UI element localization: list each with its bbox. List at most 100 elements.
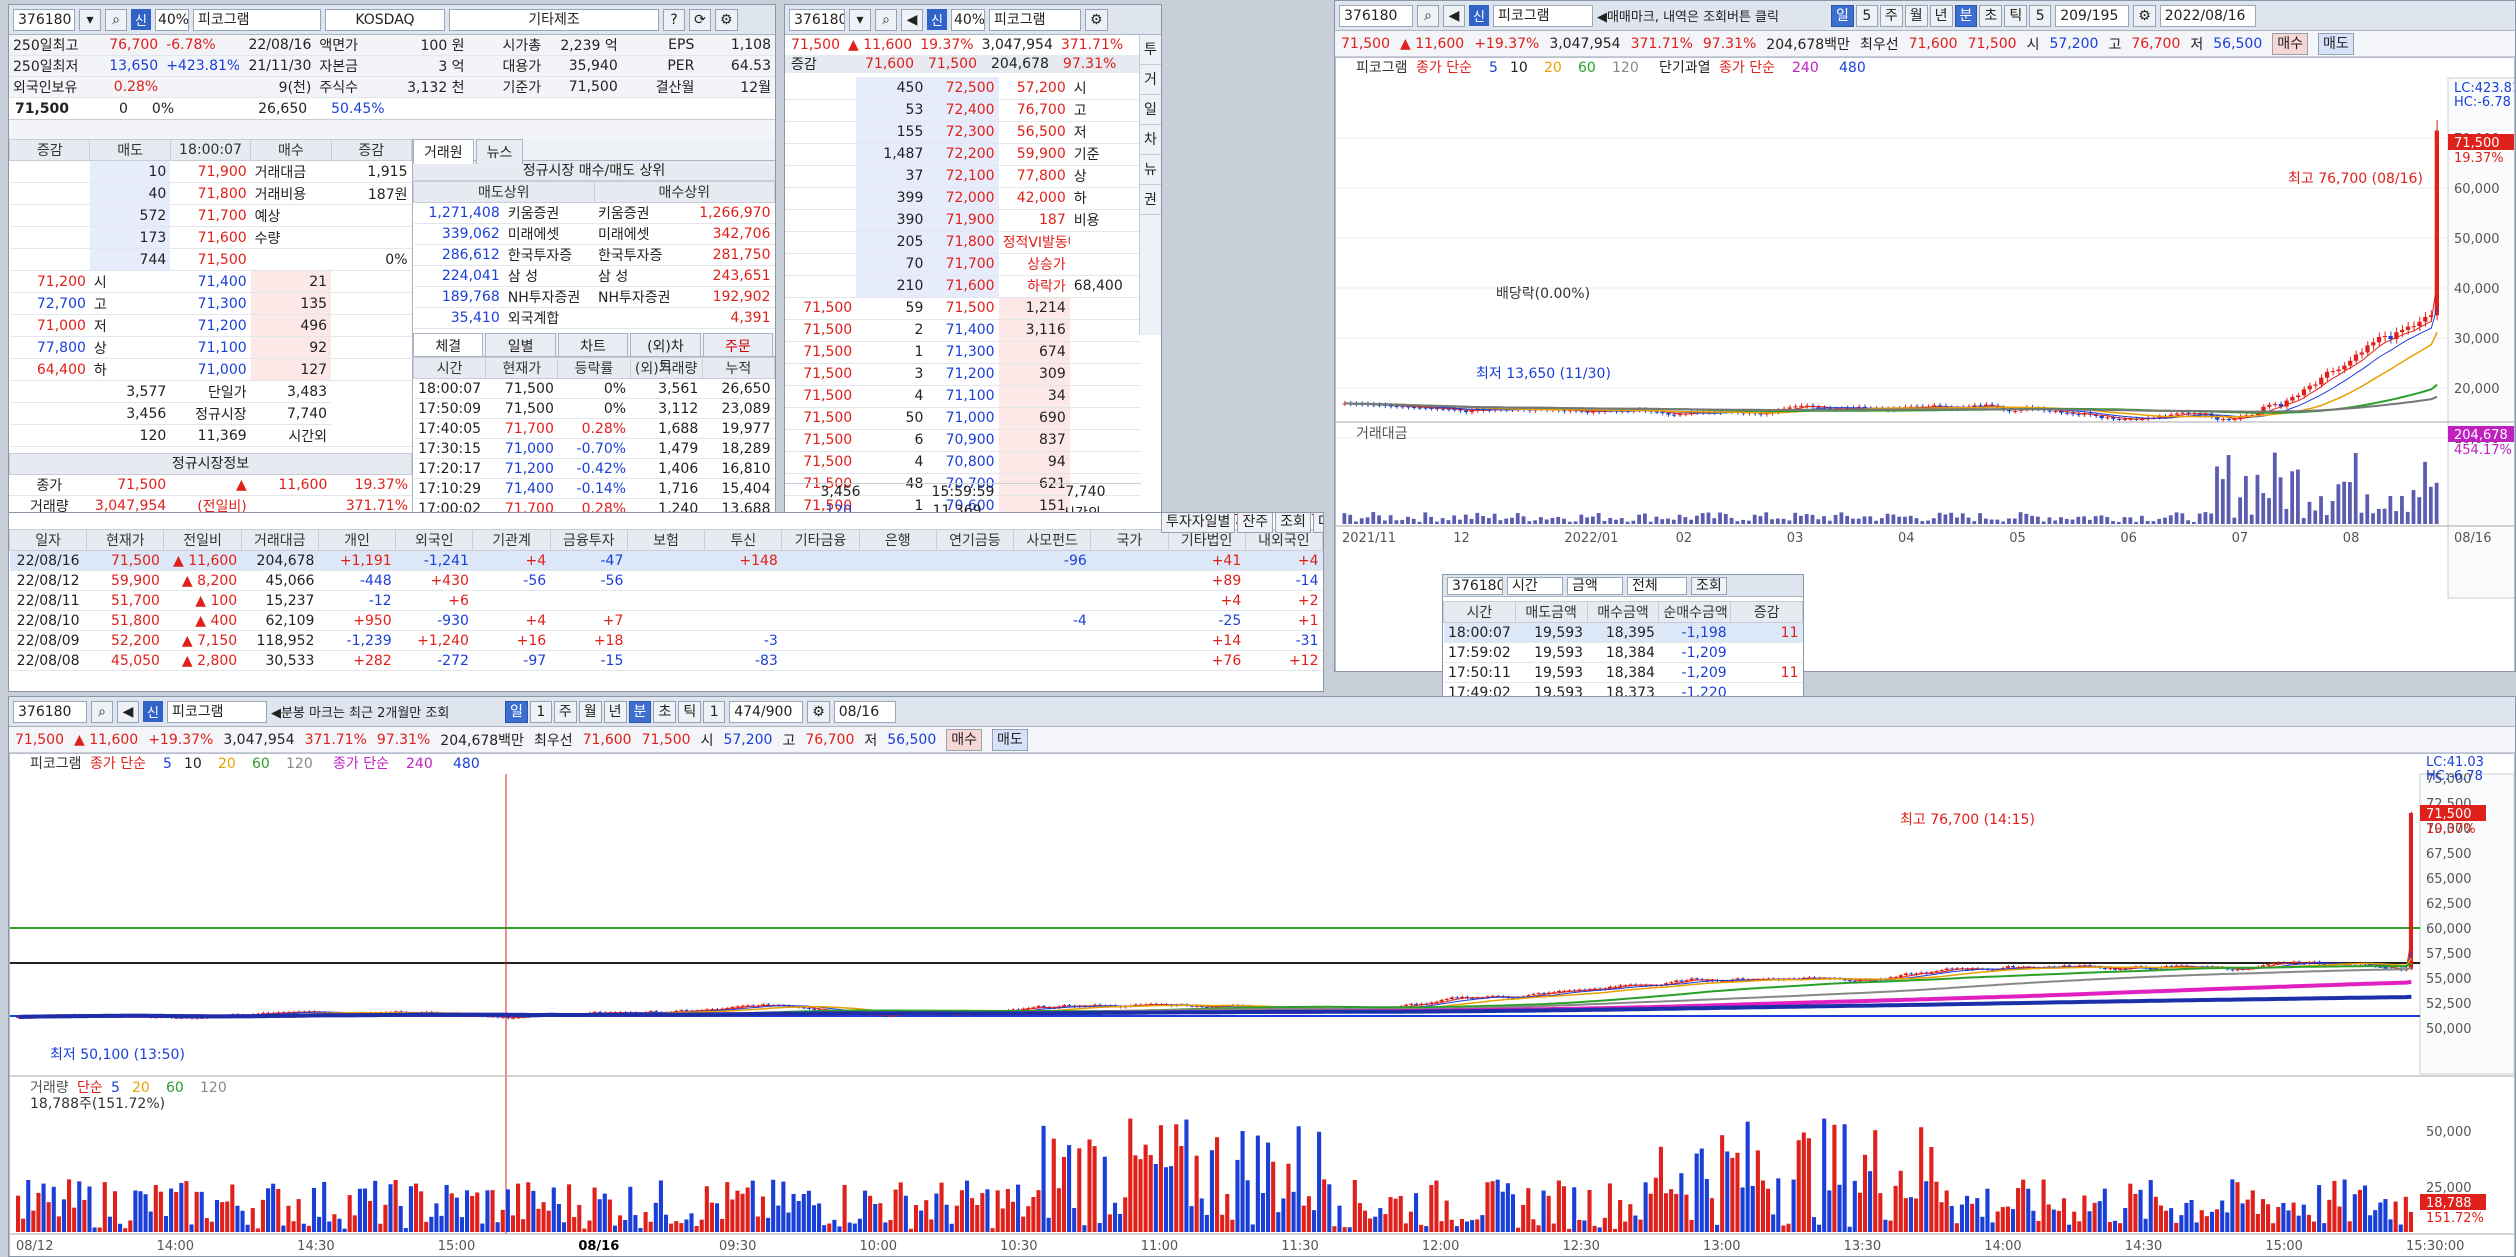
- side-menu-item[interactable]: 차: [1140, 125, 1161, 155]
- sell-button[interactable]: 매수: [946, 728, 983, 751]
- bid-row[interactable]: 71,500 4 71,100 34: [785, 385, 1141, 408]
- chevron-down-icon[interactable]: ▾: [79, 8, 101, 31]
- period-button[interactable]: 주: [1879, 4, 1903, 27]
- ask-row[interactable]: 37 72,100 77,800 상: [785, 165, 1141, 188]
- period-button[interactable]: 일: [1830, 4, 1854, 27]
- tick-tab-2[interactable]: 차트: [557, 333, 629, 356]
- side-menu-item[interactable]: 투: [1140, 35, 1161, 65]
- chevron-down-icon[interactable]: ▾: [849, 8, 871, 31]
- bid-row[interactable]: 71,200 시 71,400 21: [9, 270, 412, 293]
- period-button[interactable]: 1: [529, 700, 552, 723]
- period-button[interactable]: 틱: [2004, 4, 2028, 27]
- gear-icon[interactable]: ⚙: [1084, 8, 1108, 31]
- period-button[interactable]: 월: [1904, 4, 1928, 27]
- query-button[interactable]: 조회: [1691, 576, 1727, 595]
- tick-tab-4[interactable]: 주문: [702, 333, 774, 356]
- gear-icon[interactable]: ⚙: [714, 8, 738, 31]
- search-icon[interactable]: ⌕: [1417, 4, 1439, 27]
- period-button[interactable]: 5: [2029, 4, 2052, 27]
- tick-tab-1[interactable]: 일별: [485, 333, 556, 356]
- bid-row[interactable]: 71,500 2 71,400 3,116: [785, 319, 1141, 342]
- code-input[interactable]: 376180: [1447, 576, 1503, 595]
- help-icon[interactable]: ?: [662, 8, 685, 31]
- daily-row[interactable]: 22/08/09 52,200 ▲ 7,150 118,952 -1,239 +1,240…: [9, 630, 1323, 651]
- code-input[interactable]: 376180: [789, 8, 845, 31]
- buy-button[interactable]: 매도: [992, 728, 1028, 751]
- bid-row[interactable]: 71,500 50 71,000 690: [785, 407, 1141, 430]
- daily-row[interactable]: 22/08/16 71,500 ▲ 11,600 204,678 +1,191 -1,24…: [9, 550, 1323, 571]
- bid-row[interactable]: 71,500 4 70,800 94: [785, 451, 1141, 474]
- period-button[interactable]: 1: [703, 700, 726, 723]
- sell-button[interactable]: 매수: [2272, 32, 2309, 55]
- side-menu-item[interactable]: 뉴: [1140, 155, 1161, 185]
- side-menu-item[interactable]: 권: [1140, 185, 1161, 215]
- ask-row[interactable]: 572 71,700 예상: [9, 204, 412, 227]
- bid-row[interactable]: 71,500 59 71,500 1,214: [785, 297, 1141, 320]
- period-button[interactable]: 5: [1855, 4, 1878, 27]
- daily-row[interactable]: 22/08/10 51,800 ▲ 400 62,109 +950 -930 +4 +7 -4 -…: [9, 610, 1323, 631]
- buy-button[interactable]: 매도: [2318, 32, 2354, 55]
- bid-row[interactable]: 71,000 저 71,200 496: [9, 314, 412, 337]
- daily-row[interactable]: 22/08/08 45,050 ▲ 2,800 30,533 +282 -272 -97 -1…: [9, 650, 1323, 671]
- period-button[interactable]: 년: [603, 700, 627, 723]
- daily-row[interactable]: 22/08/11 51,700 ▲ 100 15,237 -12 +6 +4 +2: [9, 590, 1323, 611]
- bid-row[interactable]: 71,500 3 71,200 309: [785, 363, 1141, 386]
- speaker-icon[interactable]: ◀: [1443, 4, 1465, 27]
- period-button[interactable]: 월: [578, 700, 602, 723]
- daily-right-tab[interactable]: 잔주: [1237, 513, 1274, 533]
- stock-name[interactable]: 피코그램: [1492, 4, 1593, 27]
- ask-row[interactable]: 20571,800정적VI발동예상: [785, 231, 1141, 254]
- ask-row[interactable]: 173 71,600 수량: [9, 226, 412, 249]
- search-icon[interactable]: ⌕: [91, 700, 113, 723]
- code-input[interactable]: 376180: [1339, 4, 1413, 27]
- stock-name[interactable]: 피코그램: [988, 8, 1081, 31]
- period-button[interactable]: 초: [653, 700, 677, 723]
- ask-row[interactable]: 390 71,900 187 비용: [785, 209, 1141, 232]
- ask-row[interactable]: 70 71,700 상승가: [785, 253, 1141, 276]
- date-field[interactable]: 08/16: [833, 700, 896, 723]
- bid-row[interactable]: 64,400 하 71,000 127: [9, 358, 412, 381]
- ask-row[interactable]: 1,487 72,200 59,900 기준: [785, 143, 1141, 166]
- code-input[interactable]: 376180: [13, 700, 87, 723]
- period-button[interactable]: 분: [628, 700, 652, 723]
- bid-row[interactable]: 71,500 1 71,300 674: [785, 341, 1141, 364]
- period-button[interactable]: 주: [553, 700, 577, 723]
- period-button[interactable]: 틱: [678, 700, 702, 723]
- daily-right-tab[interactable]: 다음: [1312, 513, 1323, 533]
- count-field[interactable]: 474/900: [729, 700, 804, 723]
- prog-f2[interactable]: 금액: [1567, 576, 1623, 595]
- ask-row[interactable]: 40 71,800 거래비용 187원: [9, 182, 412, 205]
- code-input[interactable]: 376180: [13, 8, 75, 31]
- count-field[interactable]: 209/195: [2055, 4, 2130, 27]
- prog-f1[interactable]: 시간: [1507, 576, 1563, 595]
- daily-right-tab[interactable]: 투자자일별: [1161, 513, 1236, 533]
- bid-row[interactable]: 72,700 고 71,300 135: [9, 292, 412, 315]
- prog-f3[interactable]: 전체: [1627, 576, 1687, 595]
- bid-row[interactable]: 77,800 상 71,100 92: [9, 336, 412, 359]
- daily-row[interactable]: 22/08/12 59,900 ▲ 8,200 45,066 -448 +430 -56 -5…: [9, 570, 1323, 591]
- gear-icon[interactable]: ⚙: [807, 700, 830, 723]
- ask-row[interactable]: 10 71,900 거래대금 1,915: [9, 160, 412, 183]
- ask-row[interactable]: 450 72,500 57,200 시: [785, 77, 1141, 100]
- ask-row[interactable]: 155 72,300 56,500 저: [785, 121, 1141, 144]
- date-field[interactable]: 2022/08/16: [2159, 4, 2256, 27]
- speaker-icon[interactable]: ◀: [901, 8, 923, 31]
- search-icon[interactable]: ⌕: [105, 8, 127, 31]
- search-icon[interactable]: ⌕: [875, 8, 897, 31]
- tab-1[interactable]: 뉴스: [475, 139, 524, 164]
- speaker-icon[interactable]: ◀: [117, 700, 139, 723]
- ask-row[interactable]: 744 71,500 0%: [9, 248, 412, 271]
- period-button[interactable]: 일: [504, 700, 528, 723]
- tick-tab-0[interactable]: 체결: [413, 333, 484, 356]
- tick-tab-3[interactable]: (외)차트: [630, 333, 701, 375]
- tab-0[interactable]: 거래원: [413, 139, 474, 164]
- refresh-icon[interactable]: ⟳: [688, 8, 711, 31]
- gear-icon[interactable]: ⚙: [2133, 4, 2156, 27]
- ask-row[interactable]: 399 72,000 42,000 하: [785, 187, 1141, 210]
- period-button[interactable]: 초: [1979, 4, 2003, 27]
- stock-name[interactable]: 피코그램: [166, 700, 267, 723]
- ask-row[interactable]: 53 72,400 76,700 고: [785, 99, 1141, 122]
- ask-row[interactable]: 210 71,600 하락가 68,400: [785, 275, 1141, 298]
- bid-row[interactable]: 71,500 6 70,900 837: [785, 429, 1141, 452]
- side-menu-item[interactable]: 일: [1140, 95, 1161, 125]
